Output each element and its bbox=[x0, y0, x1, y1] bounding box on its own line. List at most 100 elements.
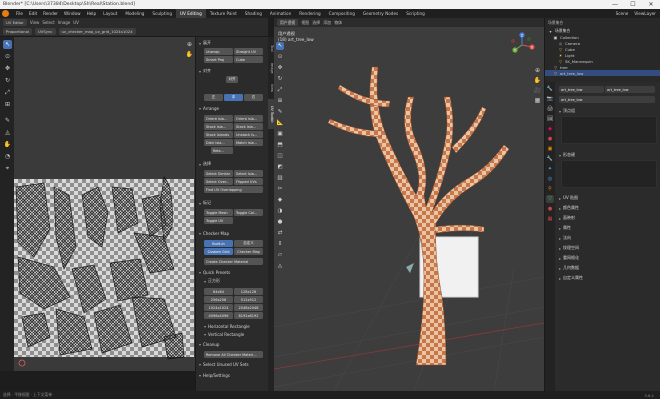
section-arrange[interactable]: Arrange bbox=[199, 106, 219, 111]
image-selector[interactable]: uv_checker_map_uv_grid_1024x1024 bbox=[58, 28, 136, 35]
match-islands-button[interactable]: Match Isla... bbox=[234, 139, 263, 146]
unwrap-button[interactable]: Unwrap bbox=[204, 48, 233, 55]
pinch-icon[interactable]: ⌖ bbox=[3, 164, 12, 173]
move-icon[interactable]: ✥ bbox=[276, 64, 284, 72]
uv-menu-image[interactable]: Image bbox=[58, 20, 71, 25]
data-name-field[interactable]: art_tree_low bbox=[605, 86, 655, 93]
section-cleanup[interactable]: Cleanup bbox=[199, 342, 219, 347]
workspace-tab-geometry-nodes[interactable]: Geometry Nodes bbox=[359, 11, 402, 16]
grab-brush-icon[interactable]: ✋ bbox=[3, 140, 12, 149]
section-texture-space[interactable]: 纹理空间 bbox=[559, 245, 579, 251]
cube-project-button[interactable]: Cube bbox=[234, 56, 263, 63]
menu-window[interactable]: Window bbox=[61, 11, 84, 16]
object-name-field[interactable]: art_tree_low bbox=[559, 86, 604, 93]
menu-file[interactable]: File bbox=[13, 11, 26, 16]
scene-props-icon[interactable]: ◆ bbox=[546, 125, 554, 133]
distribute-islands-button[interactable]: Distr Isla... bbox=[204, 139, 233, 146]
pan-hand-icon[interactable]: ✋ bbox=[186, 51, 193, 58]
smart-project-button[interactable]: Smart Proj bbox=[204, 56, 233, 63]
spin-icon[interactable]: ◑ bbox=[276, 207, 284, 215]
3d-viewport[interactable]: 用户透视 (18) art_tree_low ↖ ⊙ ✥ ↻ ⤢ ⊞ ✎ 📐 ▣… bbox=[274, 27, 544, 391]
cursor-3d-icon[interactable]: ⊙ bbox=[276, 53, 284, 61]
workspace-tab-animation[interactable]: Animation bbox=[266, 11, 295, 16]
section-checker-map[interactable]: Checker Map bbox=[199, 231, 229, 236]
res-512-button[interactable]: 512x512 bbox=[234, 296, 263, 303]
workspace-tab-shading[interactable]: Shading bbox=[241, 11, 266, 16]
workspace-tab-texture-paint[interactable]: Texture Paint bbox=[206, 11, 241, 16]
zoom-3d-icon[interactable]: ⊕ bbox=[534, 67, 541, 74]
select-similar-button[interactable]: Select Similar bbox=[204, 170, 233, 177]
remove-checker-materials-button[interactable]: Remove All Checker Materi... bbox=[204, 351, 263, 358]
edge-slide-icon[interactable]: ⇄ bbox=[276, 229, 284, 237]
section-align[interactable]: 对齐 bbox=[199, 68, 211, 74]
annotate-3d-icon[interactable]: ✎ bbox=[276, 108, 284, 116]
material-props-icon[interactable]: ● bbox=[546, 205, 554, 213]
physics-icon[interactable]: ◎ bbox=[546, 175, 554, 183]
texture-props-icon[interactable]: ▦ bbox=[546, 215, 554, 223]
uv-sync-toggle[interactable]: UVSync bbox=[34, 28, 56, 35]
res-256-button[interactable]: 256x256 bbox=[204, 296, 233, 303]
viewport-menu-view[interactable]: 视图 bbox=[301, 20, 309, 26]
render-props-icon[interactable]: 📷 bbox=[546, 95, 554, 103]
align-right-button[interactable]: 右 bbox=[244, 94, 263, 101]
rotate-icon[interactable]: ↻ bbox=[3, 76, 12, 85]
section-uv-maps[interactable]: UV 贴图 bbox=[559, 195, 578, 201]
toggle-mesh-button[interactable]: Toggle Mesh bbox=[204, 209, 233, 216]
blender-logo-icon[interactable] bbox=[2, 10, 9, 17]
find-uv-overlap-button[interactable]: Find UV Overlapping bbox=[204, 186, 263, 193]
viewport-menu-select[interactable]: 选择 bbox=[312, 20, 320, 26]
viewport-menu-add[interactable]: 添加 bbox=[323, 20, 331, 26]
object-props-icon[interactable]: ▣ bbox=[546, 145, 554, 153]
ortho-toggle-icon[interactable]: ▦ bbox=[534, 97, 541, 104]
pan-3d-icon[interactable]: ✋ bbox=[534, 77, 541, 84]
add-cube-icon[interactable]: ▣ bbox=[276, 130, 284, 138]
viewport-menu-object[interactable]: 物体 bbox=[334, 20, 342, 26]
menu-render[interactable]: Render bbox=[40, 11, 61, 16]
menu-edit[interactable]: Edit bbox=[26, 11, 40, 16]
grab-icon[interactable]: ✥ bbox=[3, 64, 12, 73]
workspace-tab-compositing[interactable]: Compositing bbox=[325, 11, 359, 16]
align-center-button[interactable]: 中 bbox=[224, 94, 243, 101]
zoom-icon[interactable]: ⊕ bbox=[186, 41, 193, 48]
res-2048-button[interactable]: 2048x2048 bbox=[234, 304, 263, 311]
workspace-tab-layout[interactable]: Layout bbox=[99, 11, 121, 16]
create-checker-material-button[interactable]: Create Checker Material bbox=[204, 258, 263, 265]
select-islands-button[interactable]: Select Isla... bbox=[234, 170, 263, 177]
relax-icon[interactable]: ◔ bbox=[3, 152, 12, 161]
uv-menu-view[interactable]: View bbox=[30, 20, 40, 25]
modifier-props-icon[interactable]: 🔧 bbox=[546, 155, 554, 163]
section-geometry-data[interactable]: 几何数据 bbox=[559, 265, 579, 271]
section-normals[interactable]: 法向 bbox=[559, 235, 571, 241]
smooth-icon[interactable]: ● bbox=[276, 218, 284, 226]
res-128-button[interactable]: 128x128 bbox=[234, 288, 263, 295]
horizontal-rectangle-section[interactable]: Horizontal Rectangle bbox=[204, 324, 250, 329]
transform-3d-icon[interactable]: ⊞ bbox=[276, 97, 284, 105]
select-box-icon[interactable]: ⊙ bbox=[3, 52, 12, 61]
workspace-tab-uv-editing[interactable]: UV Editing bbox=[175, 9, 206, 18]
uv-menu-uv[interactable]: UV bbox=[73, 20, 79, 25]
align-top-button[interactable]: 对齐 bbox=[226, 76, 238, 83]
custom-grid-button[interactable]: Custom Grid bbox=[204, 248, 233, 255]
select-cursor-icon[interactable]: ↖ bbox=[276, 42, 284, 50]
shape-keys-list[interactable] bbox=[561, 160, 657, 188]
rotate-3d-icon[interactable]: ↻ bbox=[276, 75, 284, 83]
stack-all-islands-button[interactable]: Stack Islands bbox=[204, 131, 233, 138]
mesh-datablock-field[interactable]: art_tree_low bbox=[559, 96, 655, 103]
poly-build-icon[interactable]: ◆ bbox=[276, 196, 284, 204]
select-unused-uv-sets[interactable]: Select Unused UV Sets bbox=[199, 362, 249, 367]
section-select[interactable]: 选择 bbox=[199, 161, 211, 167]
constraints-icon[interactable]: ⚲ bbox=[546, 185, 554, 193]
builtin-checker-button[interactable]: Built-In bbox=[204, 240, 233, 247]
toggle-uv-button[interactable]: Toggle UV bbox=[204, 217, 233, 224]
extrude-icon[interactable]: ⬒ bbox=[276, 141, 284, 149]
res-1024-button[interactable]: 1024x1024 bbox=[204, 304, 233, 311]
particles-icon[interactable]: ✦ bbox=[546, 165, 554, 173]
res-4096-button[interactable]: 4096x4096 bbox=[204, 312, 233, 319]
proportional-button[interactable]: Proportional bbox=[3, 28, 32, 35]
scale-3d-icon[interactable]: ⤢ bbox=[276, 86, 284, 94]
uv-viewport[interactable]: ⊕ ✋ bbox=[14, 37, 195, 371]
view-layer-icon[interactable]: 🖼 bbox=[546, 115, 554, 123]
shear-icon[interactable]: ▱ bbox=[276, 251, 284, 259]
res-64-button[interactable]: 64x64 bbox=[204, 288, 233, 295]
orient-islands-button[interactable]: Orient isla... bbox=[204, 115, 233, 122]
